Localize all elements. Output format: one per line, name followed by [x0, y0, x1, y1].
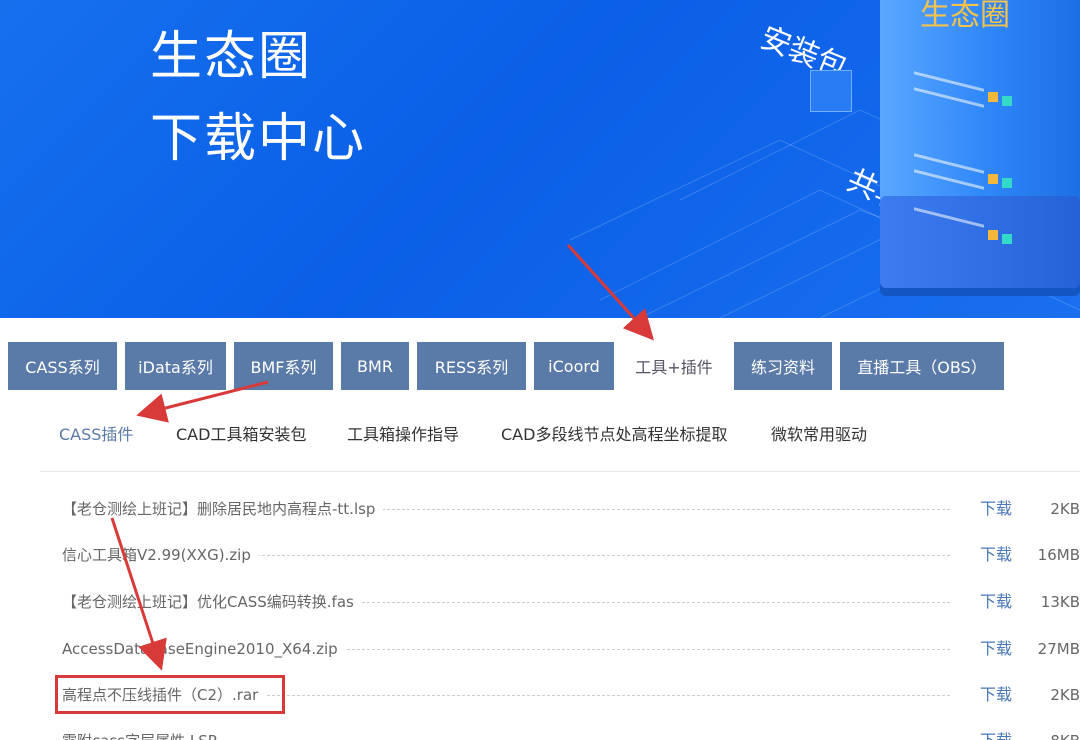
file-row: 高程点不压线插件（C2）.rar 下载 2KB: [62, 682, 1080, 708]
tab-practice[interactable]: 练习资料: [734, 342, 832, 390]
file-name: 信心工具箱V2.99(XXG).zip: [62, 542, 259, 568]
subtab-ms-drivers[interactable]: 微软常用驱动: [771, 421, 867, 445]
file-row: AccessDatabaseEngine2010_X64.zip 下载 27MB: [62, 636, 1080, 662]
file-size: 16MB: [1037, 546, 1080, 564]
file-row: 【老仓测绘上班记】删除居民地内高程点-tt.lsp 下载 2KB: [62, 496, 1080, 522]
server-stack-illustration: 生态圈: [860, 0, 1080, 288]
file-name: AccessDatabaseEngine2010_X64.zip: [62, 636, 346, 662]
file-size: 8KB: [1050, 728, 1080, 740]
file-name: 高程点不压线插件（C2）.rar: [62, 682, 267, 708]
tab-bmf[interactable]: BMF系列: [234, 342, 333, 390]
file-row: 【老仓测绘上班记】优化CASS编码转换.fas 下载 13KB: [62, 589, 1080, 615]
download-link[interactable]: 下载: [980, 728, 1012, 740]
deco-label-eco: 生态圈: [920, 0, 1010, 33]
banner-title: 生态圈: [150, 27, 313, 87]
tab-ress[interactable]: RESS系列: [417, 342, 526, 390]
file-row: 零附cass字层属性.LSP 下载 8KB: [62, 728, 1080, 740]
download-link[interactable]: 下载: [980, 589, 1012, 615]
file-name: 【老仓测绘上班记】删除居民地内高程点-tt.lsp: [62, 496, 384, 522]
banner-subtitle: 下载中心: [150, 109, 367, 169]
cube-icon: [810, 70, 852, 112]
subtab-cad-toolbox[interactable]: CAD工具箱安装包: [176, 421, 306, 445]
file-size: 2KB: [1050, 686, 1080, 704]
banner: 生态圈 下载中心 安装包 共享文档 生态圈: [0, 0, 1080, 318]
tab-icoord[interactable]: iCoord: [534, 342, 614, 390]
download-link[interactable]: 下载: [980, 542, 1012, 568]
file-row: 信心工具箱V2.99(XXG).zip 下载 16MB: [62, 542, 1080, 568]
file-size: 13KB: [1040, 593, 1080, 611]
divider: [40, 471, 1080, 472]
tab-idata[interactable]: iData系列: [125, 342, 226, 390]
subtab-polyline-extract[interactable]: CAD多段线节点处高程坐标提取: [501, 421, 727, 445]
file-size: 27MB: [1037, 640, 1080, 658]
tab-tools-plugins[interactable]: 工具+插件: [622, 342, 726, 390]
download-link[interactable]: 下载: [980, 636, 1012, 662]
server-icon: [880, 196, 1080, 288]
download-link[interactable]: 下载: [980, 496, 1012, 522]
file-name: 零附cass字层属性.LSP: [62, 728, 225, 740]
download-link[interactable]: 下载: [980, 682, 1012, 708]
tab-bmr[interactable]: BMR: [341, 342, 409, 390]
subtab-toolbox-guide[interactable]: 工具箱操作指导: [347, 421, 459, 445]
file-size: 2KB: [1050, 500, 1080, 518]
tab-cass[interactable]: CASS系列: [8, 342, 117, 390]
tab-obs[interactable]: 直播工具（OBS）: [840, 342, 1004, 390]
file-name: 【老仓测绘上班记】优化CASS编码转换.fas: [62, 589, 362, 615]
server-icon: [880, 52, 1080, 144]
subtab-cass-plugins[interactable]: CASS插件: [59, 421, 133, 445]
category-tabs: CASS系列 iData系列 BMF系列 BMR RESS系列 iCoord 工…: [0, 318, 1080, 390]
